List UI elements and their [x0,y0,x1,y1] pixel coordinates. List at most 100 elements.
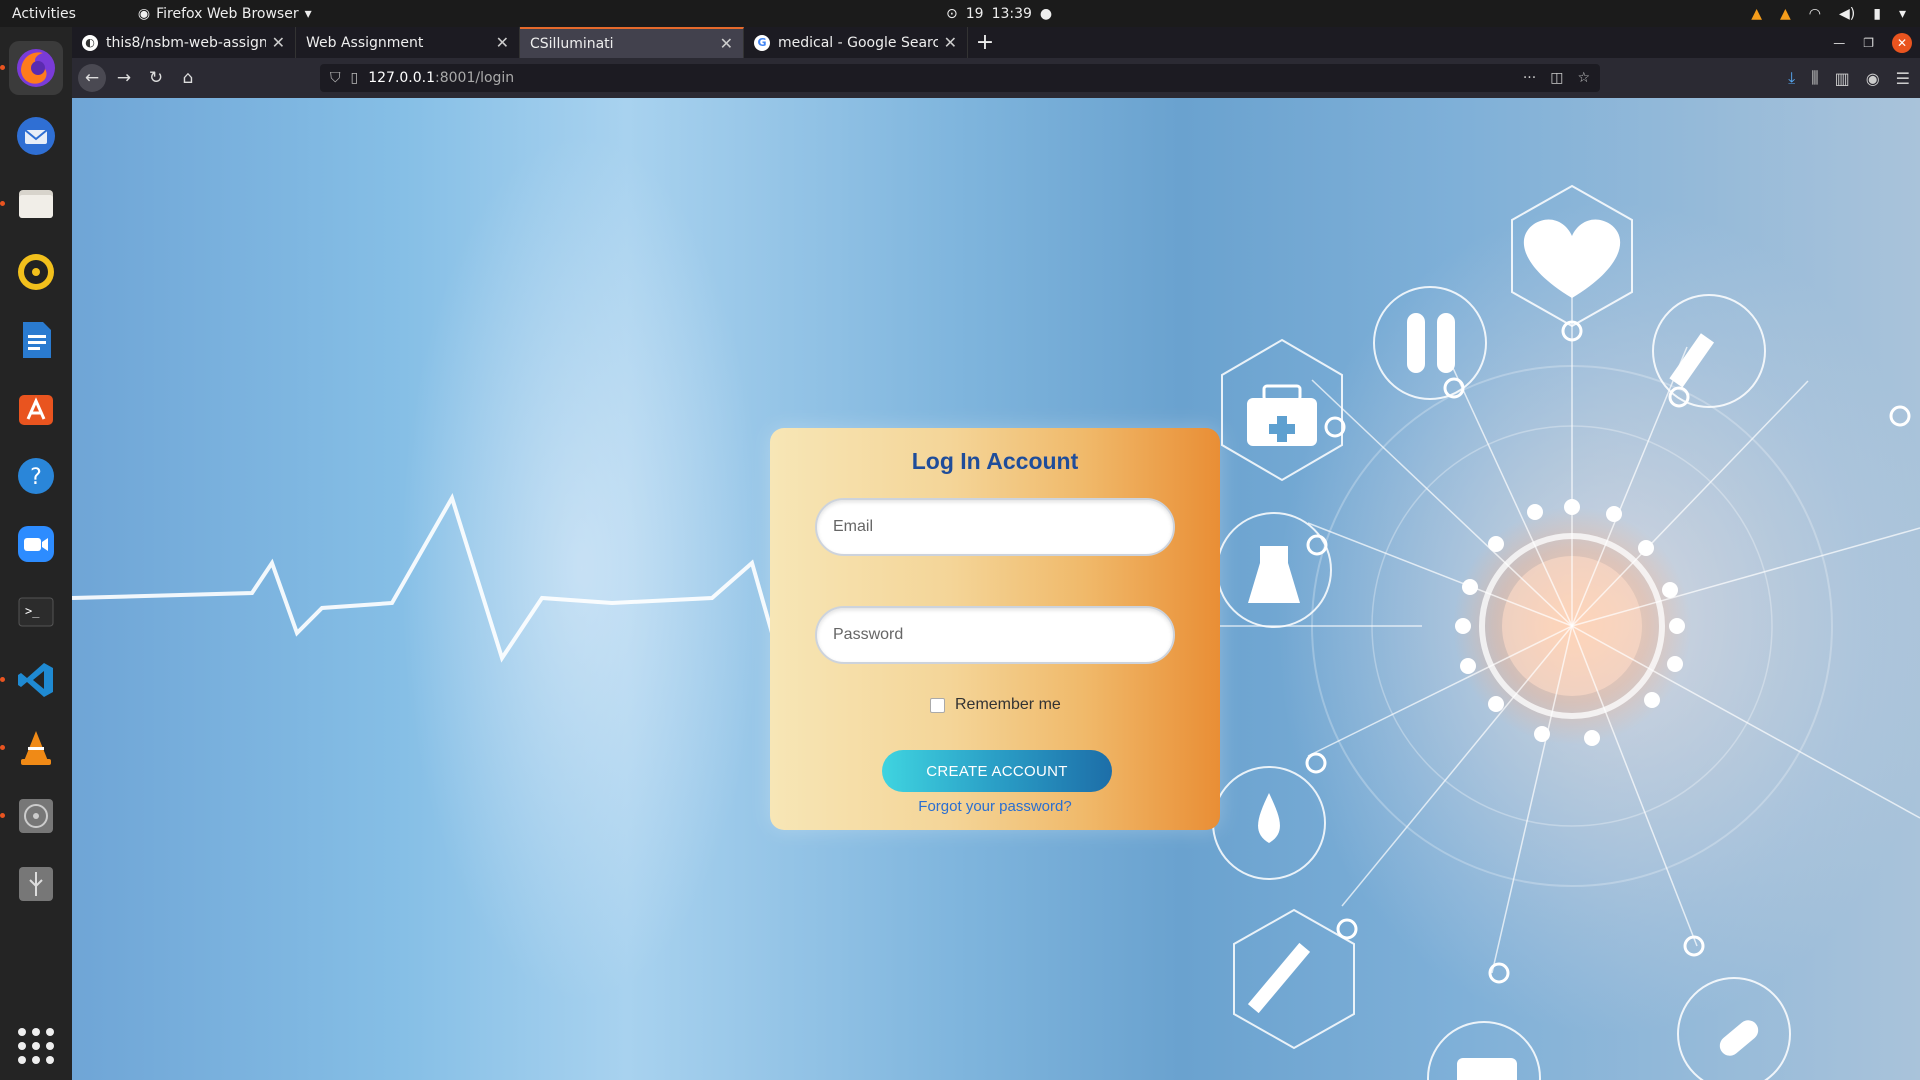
dock-terminal[interactable]: >_ [9,585,63,639]
back-button[interactable]: ← [78,64,106,92]
volume-icon[interactable]: ◀) [1839,6,1855,22]
chevron-down-icon: ▾ [304,5,312,22]
vlc-icon [21,731,51,765]
warning-icon[interactable]: ▲ [1780,6,1791,22]
warning-icon[interactable]: ▲ [1751,6,1762,22]
terminal-icon: >_ [18,597,54,627]
wifi-icon[interactable]: ◠ [1809,6,1821,22]
vscode-icon [18,663,53,697]
tab-strip: ◐ this8/nsbm-web-assignm ✕ Web Assignmen… [72,27,1920,58]
chevron-down-icon[interactable]: ▾ [1899,6,1906,22]
files-icon [19,190,53,218]
firefox-window: ◐ this8/nsbm-web-assignm ✕ Web Assignmen… [72,27,1920,1080]
more-actions-icon[interactable]: ··· [1523,70,1536,86]
navigation-toolbar: ← → ↻ ⌂ ⛉ ▯ 127.0.0.1 :8001/login ··· ◫ … [72,58,1920,98]
reload-button[interactable]: ↻ [142,64,170,92]
svg-text:?: ? [30,465,42,490]
pill-icon [1719,1020,1759,1056]
email-field[interactable] [815,498,1175,556]
usb-icon [19,867,53,901]
running-indicator [0,201,5,206]
pocket-icon[interactable]: ◫ [1550,70,1563,86]
running-indicator [0,677,5,682]
tab-csilluminati[interactable]: CSilluminati ✕ [520,27,744,58]
home-button[interactable]: ⌂ [174,64,202,92]
system-tray[interactable]: ▲ ▲ ◠ ◀) ▮ ▾ [1751,6,1906,22]
clock-time: 13:39 [991,5,1032,22]
help-icon: ? [18,458,54,494]
rhythmbox-icon [18,254,54,290]
tab-google-search[interactable]: G medical - Google Search ✕ [744,27,968,58]
menu-icon[interactable]: ☰ [1896,69,1910,88]
writer-icon [23,322,51,358]
dock-disc[interactable] [0,789,63,843]
svg-text:>_: >_ [25,604,40,618]
sidebar-icon[interactable]: ▥ [1835,69,1850,88]
login-title: Log In Account [911,448,1079,474]
password-field[interactable] [815,606,1175,664]
tab-title: CSilluminati [530,35,614,52]
zoom-icon [18,526,54,562]
thunderbird-icon [17,117,55,155]
google-icon: G [754,34,770,51]
running-indicator [0,65,5,70]
bookmark-star-icon[interactable]: ☆ [1577,70,1590,86]
minimize-icon[interactable]: — [1833,36,1845,50]
tab-web-assignment[interactable]: Web Assignment ✕ [296,27,520,58]
page-icon[interactable]: ▯ [351,70,359,86]
dock-rhythmbox[interactable] [9,245,63,299]
forward-button[interactable]: → [110,64,138,92]
dock-writer[interactable] [9,313,63,367]
account-icon[interactable]: ◉ [1866,69,1880,88]
tab-title: this8/nsbm-web-assignm [106,34,266,51]
remember-me[interactable]: Remember me [930,696,1061,714]
close-icon[interactable]: ✕ [496,33,509,52]
toolbar-right: ⤓ ⫼ ▥ ◉ ☰ [1788,68,1910,88]
app-menu-label: Firefox Web Browser [156,5,299,22]
dock-firefox[interactable] [0,41,63,95]
close-icon[interactable]: ✕ [720,34,733,53]
drop-icon [1258,793,1280,843]
recording-dot-icon: ● [1039,5,1053,22]
dock-software[interactable] [9,381,63,435]
dock-help[interactable]: ? [9,449,63,503]
tab-title: medical - Google Search [778,34,938,51]
dock-zoom[interactable] [9,517,63,571]
dock-thunderbird[interactable] [9,109,63,163]
firefox-icon [17,49,55,87]
dock-files[interactable] [0,177,63,231]
github-icon: ◐ [82,34,98,51]
running-indicator [0,813,5,818]
close-icon[interactable]: ✕ [944,33,957,52]
library-icon[interactable]: ⫼ [1811,68,1818,88]
restore-icon[interactable]: ❐ [1863,36,1874,50]
battery-icon[interactable]: ▮ [1873,6,1881,22]
notification-icon: ⊙ [946,5,958,22]
heartbeat-line [72,493,774,663]
new-tab-button[interactable]: + [968,27,1002,58]
software-center-icon [19,395,53,425]
login-card: Log In Account Remember me CREATE ACCOUN… [770,428,1220,830]
create-account-button[interactable]: CREATE ACCOUNT [882,750,1112,792]
url-host: 127.0.0.1 [368,70,436,86]
dock: ? >_ [0,27,72,1080]
close-icon[interactable]: ✕ [272,33,285,52]
tab-title: Web Assignment [306,34,424,51]
heart-icon [1523,219,1621,298]
close-window-icon[interactable]: ✕ [1892,33,1912,53]
show-applications-button[interactable] [18,1028,54,1064]
dock-vlc[interactable] [0,721,63,775]
shield-icon[interactable]: ⛉ [330,70,341,86]
download-icon[interactable]: ⤓ [1788,68,1795,88]
dock-usb[interactable] [9,857,63,911]
activities-button[interactable]: Activities [0,6,88,22]
dock-vscode[interactable] [0,653,63,707]
url-path: :8001/login [435,70,515,86]
app-menu[interactable]: ◉ Firefox Web Browser ▾ [138,6,312,22]
firefox-small-icon: ◉ [137,5,151,22]
clock[interactable]: ⊙ 19 13:39 ● [946,6,1052,22]
url-bar[interactable]: ⛉ ▯ 127.0.0.1 :8001/login ··· ◫ ☆ [320,64,1600,92]
remember-me-checkbox[interactable] [930,697,945,713]
forgot-password-link[interactable]: Forgot your password? [770,798,1220,815]
tab-github[interactable]: ◐ this8/nsbm-web-assignm ✕ [72,27,296,58]
